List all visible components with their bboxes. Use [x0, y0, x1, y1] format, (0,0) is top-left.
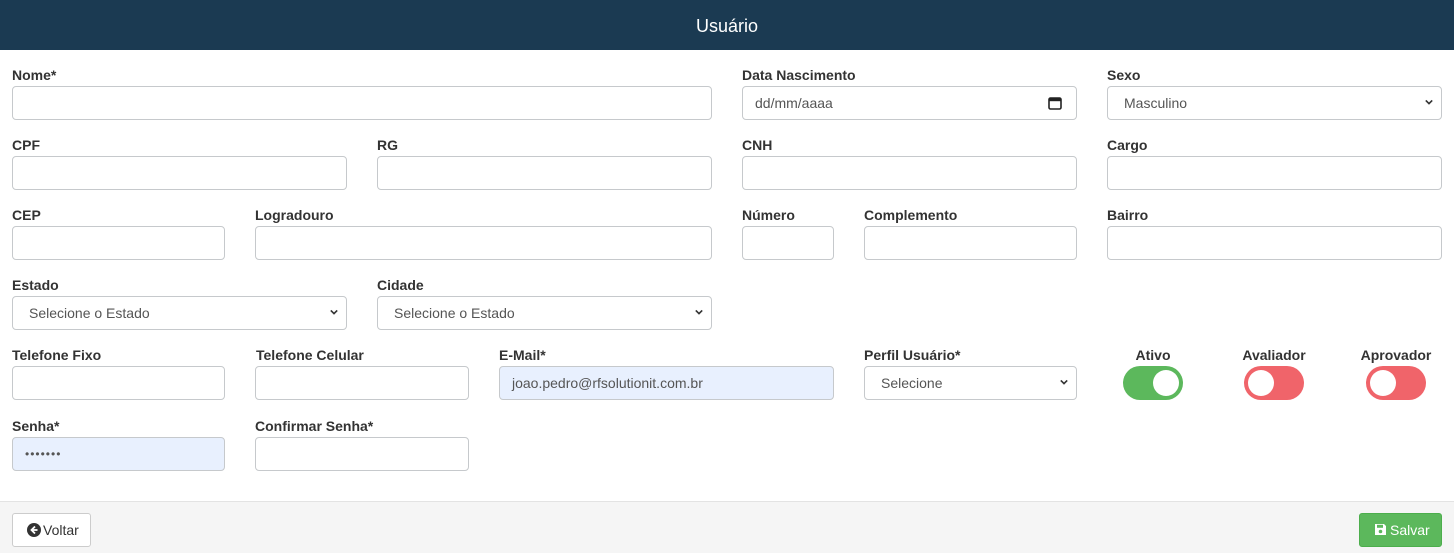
telefone-celular-input[interactable] [255, 366, 469, 400]
estado-label: Estado [12, 277, 59, 293]
ativo-label: Ativo [1135, 347, 1171, 363]
aprovador-label: Aprovador [1360, 347, 1432, 363]
cep-input[interactable] [12, 226, 225, 260]
cnh-label: CNH [742, 137, 773, 153]
cpf-label: CPF [12, 137, 40, 153]
save-button[interactable]: Salvar [1359, 513, 1442, 547]
page-header: Usuário [0, 0, 1454, 50]
aprovador-toggle[interactable] [1366, 366, 1426, 400]
cidade-label: Cidade [377, 277, 424, 293]
data-nascimento-placeholder: dd/mm/aaaa [755, 95, 833, 111]
save-button-label: Salvar [1390, 522, 1430, 538]
cep-label: CEP [12, 207, 41, 223]
bairro-input[interactable] [1107, 226, 1442, 260]
telefone-fixo-input[interactable] [12, 366, 225, 400]
data-nascimento-label: Data Nascimento [742, 67, 856, 83]
cidade-selected: Selecione o Estado [394, 305, 515, 321]
perfil-usuario-label: Perfil Usuário* [864, 347, 961, 363]
perfil-usuario-select[interactable]: Selecione [864, 366, 1077, 400]
nome-label: Nome* [12, 67, 57, 83]
numero-label: Número [742, 207, 795, 223]
estado-selected: Selecione o Estado [29, 305, 150, 321]
perfil-usuario-selected: Selecione [881, 375, 943, 391]
form-footer: Voltar Salvar [0, 501, 1454, 553]
toggle-knob [1248, 370, 1274, 396]
page-title: Usuário [695, 16, 759, 36]
cnh-input[interactable] [742, 156, 1077, 190]
numero-input[interactable] [742, 226, 834, 260]
arrow-circle-left-icon [27, 523, 41, 537]
toggle-knob [1370, 370, 1396, 396]
sexo-label: Sexo [1107, 67, 1141, 83]
back-button[interactable]: Voltar [12, 513, 91, 547]
rg-label: RG [377, 137, 398, 153]
email-label: E-Mail* [499, 347, 546, 363]
complemento-input[interactable] [864, 226, 1077, 260]
avaliador-label: Avaliador [1242, 347, 1306, 363]
complemento-label: Complemento [864, 207, 958, 223]
calendar-icon[interactable] [1048, 96, 1062, 110]
nome-input[interactable] [12, 86, 712, 120]
cpf-input[interactable] [12, 156, 347, 190]
telefone-fixo-label: Telefone Fixo [12, 347, 102, 363]
logradouro-input[interactable] [255, 226, 712, 260]
senha-input[interactable]: ••••••• [12, 437, 225, 471]
email-input[interactable]: joao.pedro@rfsolutionit.com.br [499, 366, 834, 400]
cargo-input[interactable] [1107, 156, 1442, 190]
sexo-selected: Masculino [1124, 95, 1188, 111]
chevron-down-icon [330, 309, 338, 315]
toggle-knob [1153, 370, 1179, 396]
confirmar-senha-label: Confirmar Senha* [255, 418, 374, 434]
data-nascimento-input[interactable]: dd/mm/aaaa [742, 86, 1077, 120]
logradouro-label: Logradouro [255, 207, 334, 223]
cargo-label: Cargo [1107, 137, 1148, 153]
telefone-celular-label: Telefone Celular [256, 347, 364, 363]
chevron-down-icon [695, 309, 703, 315]
back-button-label: Voltar [43, 522, 79, 538]
chevron-down-icon [1060, 379, 1068, 385]
confirmar-senha-input[interactable] [255, 437, 469, 471]
cidade-select[interactable]: Selecione o Estado [377, 296, 712, 330]
sexo-select[interactable]: Masculino [1107, 86, 1442, 120]
rg-input[interactable] [377, 156, 712, 190]
avaliador-toggle[interactable] [1244, 366, 1304, 400]
bairro-label: Bairro [1107, 207, 1149, 223]
estado-select[interactable]: Selecione o Estado [12, 296, 347, 330]
floppy-disk-icon [1375, 524, 1386, 535]
senha-label: Senha* [12, 418, 60, 434]
ativo-toggle[interactable] [1123, 366, 1183, 400]
chevron-down-icon [1425, 99, 1433, 105]
